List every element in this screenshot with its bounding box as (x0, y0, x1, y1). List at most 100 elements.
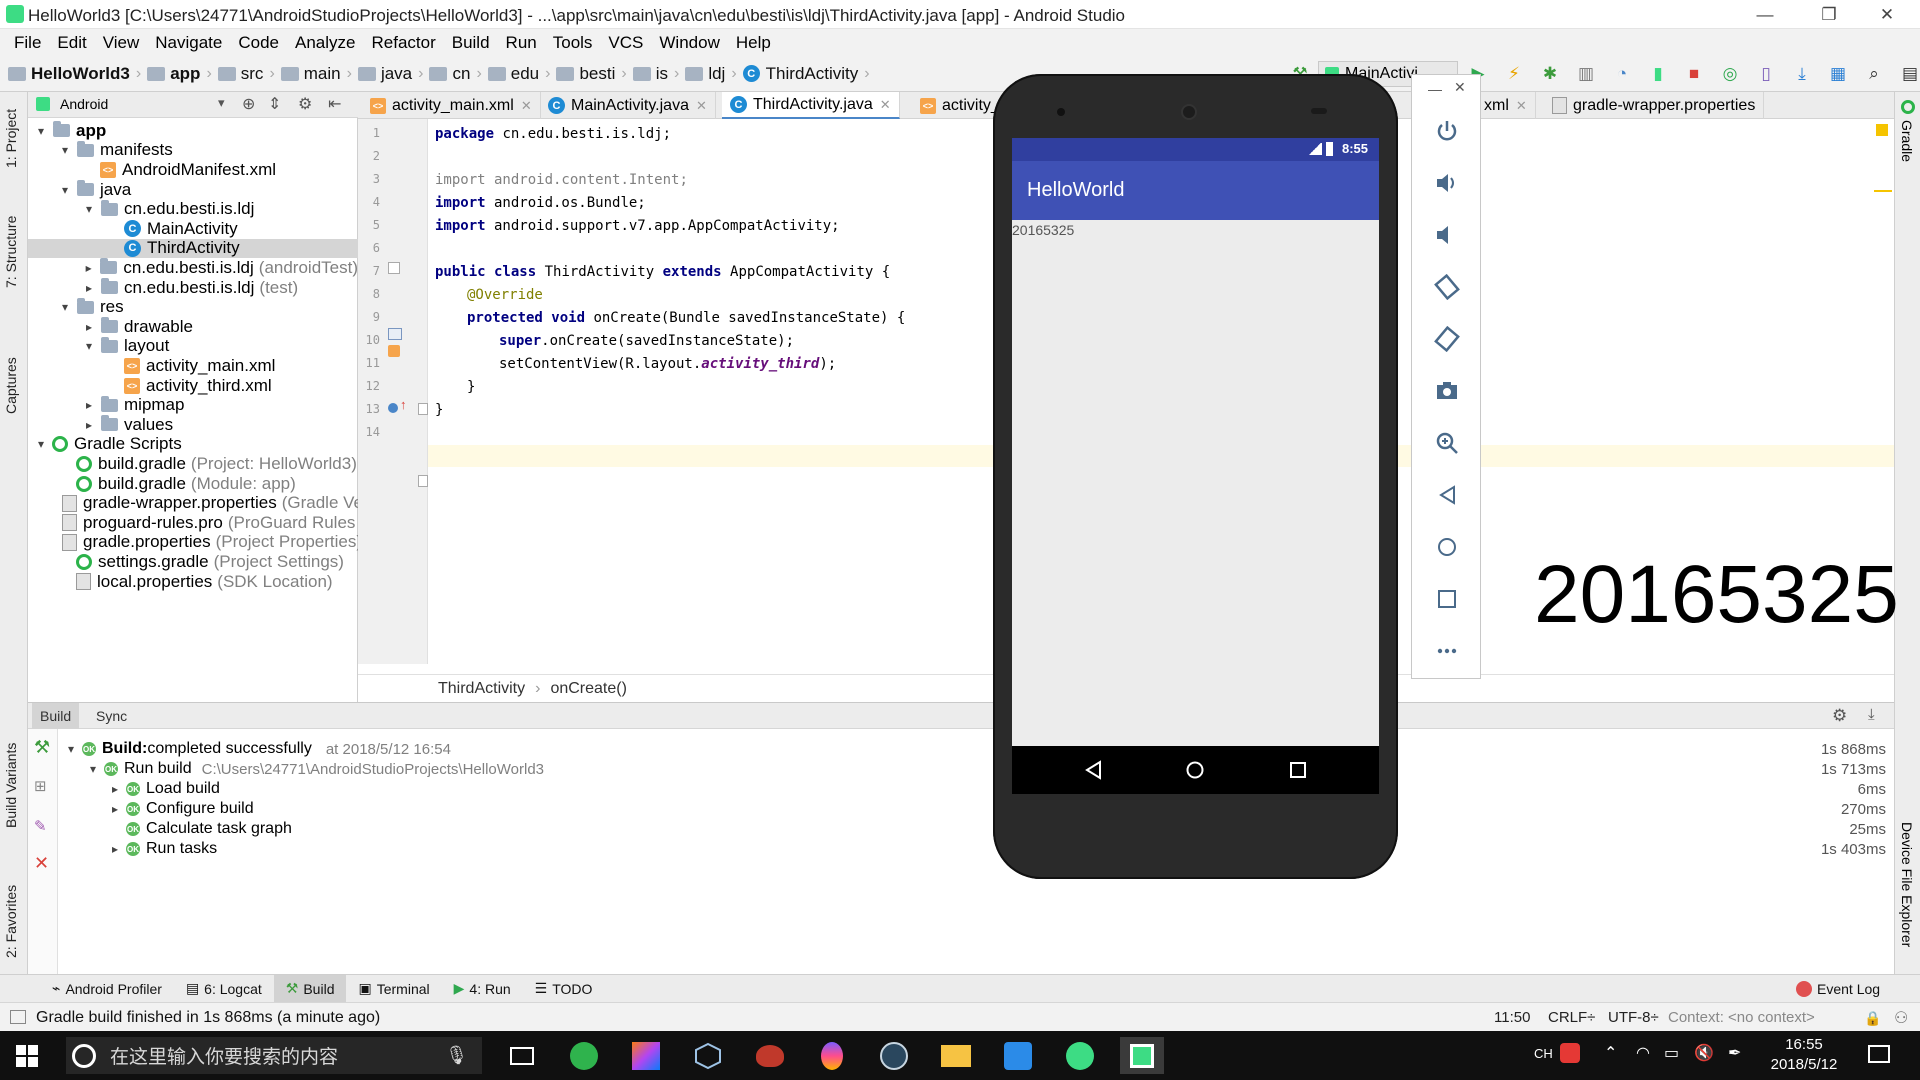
code-line[interactable]: super.onCreate(savedInstanceState); (499, 333, 794, 349)
tool-run[interactable]: ▶ 4: Run (442, 975, 523, 1003)
windows-start-icon[interactable] (14, 1043, 40, 1069)
code-line[interactable]: public class ThirdActivity extends AppCo… (435, 264, 890, 280)
power-icon[interactable] (1412, 105, 1482, 157)
tab-build-variants[interactable]: Build Variants (3, 743, 19, 828)
tab-main-activity[interactable]: C MainActivity.java ✕ (540, 92, 716, 119)
stop-icon[interactable]: ■ (1676, 56, 1712, 92)
crumb-edu[interactable]: edu › (487, 64, 550, 84)
chevron-right-icon[interactable]: ▸ (82, 398, 96, 412)
balloon-icon[interactable] (810, 1037, 854, 1074)
steam-icon[interactable] (872, 1037, 916, 1074)
chevron-right-icon[interactable]: ▸ (82, 281, 96, 295)
tree-item[interactable]: gradle-wrapper.properties (Gradle Ve (28, 493, 363, 513)
menu-navigate[interactable]: Navigate (147, 33, 230, 53)
code-line[interactable]: setContentView(R.layout.activity_third); (499, 356, 836, 372)
restore-button[interactable]: ❐ (1806, 0, 1852, 29)
menu-run[interactable]: Run (498, 33, 545, 53)
menu-tools[interactable]: Tools (545, 33, 601, 53)
project-view-select[interactable]: Android (60, 96, 108, 112)
tray-chevron-up-icon[interactable]: ⌃ (1604, 1043, 1617, 1063)
attach-debugger-icon[interactable]: ▮ (1640, 56, 1676, 92)
volume-down-icon[interactable] (1412, 209, 1482, 261)
caret-position[interactable]: 11:50 (1494, 1009, 1530, 1026)
taskbar-search[interactable]: 在这里输入你要搜索的内容 🎙 (66, 1037, 482, 1074)
tab-activity-main-xml[interactable]: <> activity_main.xml ✕ (362, 92, 541, 119)
browser-icon[interactable] (562, 1037, 606, 1074)
wps-icon[interactable] (996, 1037, 1040, 1074)
close-emulator-icon[interactable]: ✕ (1454, 79, 1466, 96)
tab-third-activity[interactable]: C ThirdActivity.java ✕ (722, 92, 900, 119)
tool-android-profiler[interactable]: ⌁ Android Profiler (40, 975, 174, 1003)
build-row-run-tasks[interactable]: ▸ OK Run tasks (108, 839, 217, 859)
tab-gradle[interactable]: Gradle (1899, 120, 1915, 162)
minimize-emulator-icon[interactable]: — (1428, 81, 1442, 97)
tree-item[interactable]: ▸ drawable (28, 317, 358, 337)
tree-item[interactable]: ▾ layout (28, 336, 358, 357)
zoom-icon[interactable] (1412, 417, 1482, 469)
tree-item[interactable]: ▸ values (28, 415, 358, 435)
tree-item[interactable]: ▾ manifests (28, 140, 358, 161)
sdk-manager-icon[interactable]: ⤓ (1784, 56, 1820, 92)
close-icon[interactable]: ✕ (521, 98, 532, 114)
tree-item[interactable]: settings.gradle (Project Settings) (28, 552, 358, 572)
tree-item[interactable]: gradle.properties (Project Properties) (28, 532, 362, 553)
tab-device-file-explorer[interactable]: Device File Explorer (1899, 822, 1915, 947)
home-icon[interactable] (1185, 760, 1205, 780)
hide-icon[interactable]: ⇤ (328, 94, 341, 114)
overview-icon[interactable] (1412, 573, 1482, 625)
app-icon[interactable] (748, 1037, 792, 1074)
scroll-marker[interactable] (1874, 190, 1892, 192)
close-button[interactable]: ✕ (1864, 0, 1910, 29)
tab-captures[interactable]: Captures (3, 357, 19, 414)
tab-project[interactable]: 1: Project (3, 109, 19, 168)
menu-vcs[interactable]: VCS (600, 33, 651, 53)
chevron-down-icon[interactable]: ▾ (86, 762, 100, 776)
chevron-down-icon[interactable]: ▾ (58, 143, 72, 157)
build-row-load[interactable]: ▸ OK Load build (108, 779, 220, 799)
chevron-right-icon[interactable]: ▸ (108, 842, 122, 856)
pin-icon[interactable]: ✎ (34, 817, 47, 835)
tab-favorites[interactable]: 2: Favorites (3, 885, 19, 958)
crumb-besti[interactable]: besti › (556, 64, 627, 84)
tree-item[interactable]: ▸ mipmap (28, 395, 358, 415)
tree-item[interactable]: C ThirdActivity (28, 238, 358, 259)
menu-window[interactable]: Window (651, 33, 727, 53)
chevron-down-icon[interactable]: ▾ (82, 339, 96, 353)
code-line[interactable]: @Override (467, 287, 543, 303)
tool-todo[interactable]: ☰ TODO (523, 975, 605, 1003)
menu-help[interactable]: Help (728, 33, 779, 53)
microphone-icon[interactable]: 🎙 (445, 1045, 468, 1066)
tree-item[interactable]: C MainActivity (28, 219, 358, 239)
rebuild-icon[interactable]: ⚒ (34, 737, 50, 758)
chevron-down-icon[interactable]: ▾ (58, 183, 72, 197)
menu-build[interactable]: Build (444, 33, 498, 53)
tab-build[interactable]: Build (32, 703, 80, 729)
breadcrumb-method[interactable]: onCreate() (550, 680, 626, 698)
coverage-icon[interactable]: ▥ (1568, 56, 1604, 92)
crumb-file[interactable]: C ThirdActivity › (742, 64, 870, 84)
chevron-right-icon[interactable]: ▸ (82, 418, 96, 432)
rotate-left-icon[interactable] (1412, 261, 1482, 313)
crumb-cn[interactable]: cn › (429, 64, 482, 84)
menu-file[interactable]: File (6, 33, 49, 53)
more-options-icon[interactable] (1412, 625, 1482, 677)
home-icon[interactable] (1412, 521, 1482, 573)
tree-item[interactable]: ▸ cn.edu.besti.is.ldj (androidTest) (28, 258, 358, 278)
crumb-project[interactable]: HelloWorld3 › (8, 64, 141, 84)
chevron-down-icon[interactable]: ▾ (64, 742, 78, 756)
tree-item[interactable]: ▾ java (28, 180, 358, 200)
code-line[interactable]: } (467, 379, 475, 395)
close-icon[interactable]: ✕ (696, 98, 707, 114)
hide-icon[interactable]: ⤓ (1868, 706, 1875, 723)
chevron-down-icon[interactable]: ▾ (82, 202, 96, 216)
fold-icon[interactable] (418, 403, 428, 415)
code-line[interactable]: protected void onCreate(Bundle savedInst… (467, 310, 905, 326)
notifications-icon[interactable] (1868, 1045, 1890, 1063)
tab-gradle-wrapper[interactable]: gradle-wrapper.properties (1544, 92, 1765, 119)
ime-indicator[interactable]: CH (1534, 1046, 1553, 1061)
crumb-is[interactable]: is › (632, 64, 679, 84)
screenshot-camera-icon[interactable] (1412, 365, 1482, 417)
back-icon[interactable] (1412, 469, 1482, 521)
tab-sync[interactable]: Sync (88, 703, 135, 729)
back-icon[interactable] (1084, 760, 1104, 780)
